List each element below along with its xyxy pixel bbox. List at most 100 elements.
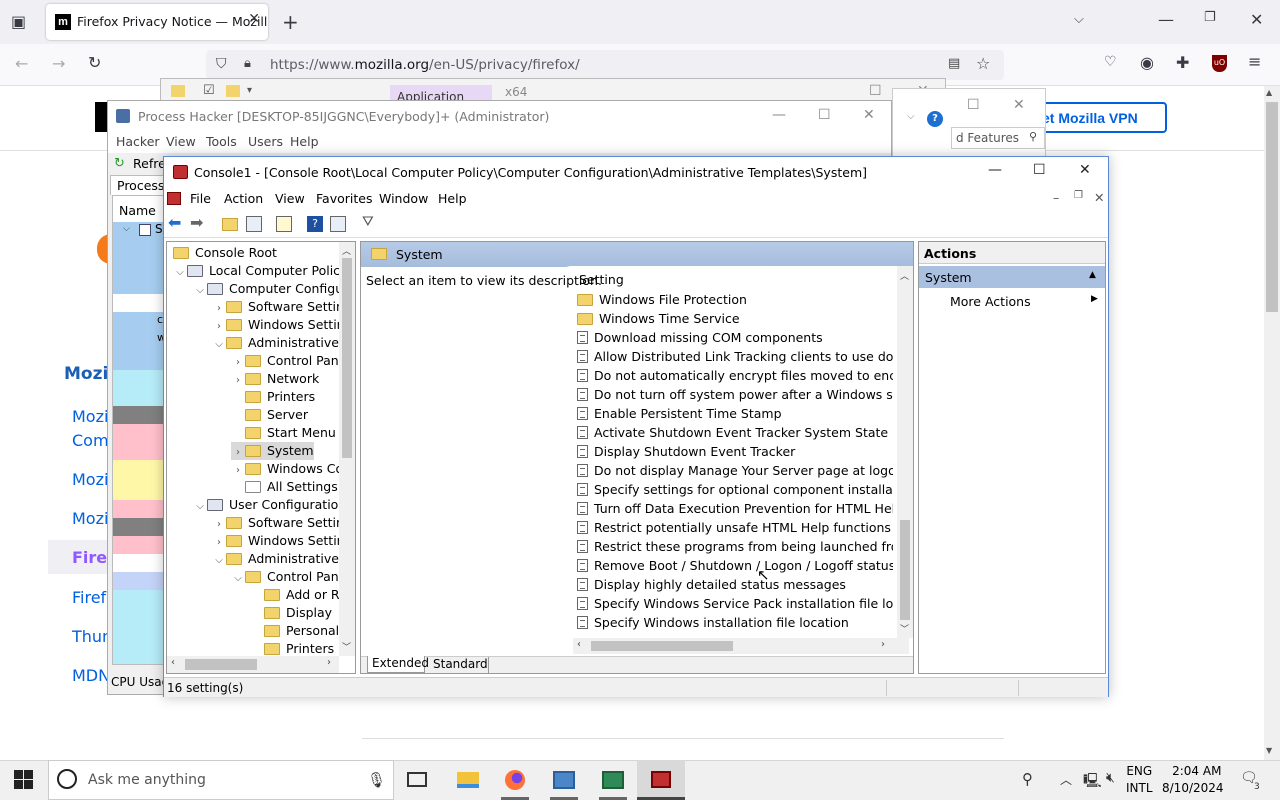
menu-window[interactable]: Window xyxy=(379,191,428,206)
collapse-arrow-icon[interactable]: ⌵ xyxy=(173,264,187,282)
tree-scrollbar-v[interactable]: ︿ ﹀ xyxy=(339,242,355,656)
extensions-icon[interactable]: ✚ xyxy=(1176,53,1189,72)
collapse-icon[interactable]: ▲ xyxy=(1089,270,1096,280)
table-row[interactable] xyxy=(113,590,169,664)
list-item-setting[interactable]: Do not turn off system power after a Win… xyxy=(577,385,893,404)
scroll-down-icon[interactable]: ﹀ xyxy=(342,640,351,653)
quick-access-dropdown-icon[interactable]: ▾ xyxy=(247,85,252,96)
scroll-up-icon[interactable]: ▲ xyxy=(1266,88,1272,97)
scroll-up-icon[interactable]: ︿ xyxy=(900,269,909,282)
list-item-setting[interactable]: Do not automatically encrypt files moved… xyxy=(577,366,893,385)
actions-section-system[interactable]: System ▲ xyxy=(919,266,1105,288)
list-item-setting[interactable]: Display highly detailed status messages xyxy=(577,575,893,594)
tree-node[interactable]: › Software Settings xyxy=(212,514,355,532)
table-row[interactable] xyxy=(113,294,169,312)
explorer-maximize-icon[interactable]: ☐ xyxy=(869,83,882,99)
tree-node[interactable]: › Windows Cor xyxy=(231,460,348,478)
shield-icon[interactable]: ⛉ xyxy=(216,56,227,72)
menu-favorites[interactable]: Favorites xyxy=(316,191,372,206)
lock-icon[interactable]: 🔒︎ xyxy=(244,56,251,71)
scroll-thumb[interactable] xyxy=(900,520,910,620)
taskbar-search-box[interactable]: Ask me anything 🎙︎ xyxy=(48,760,394,800)
list-item-setting[interactable]: Specify Windows installation file locati… xyxy=(577,613,893,632)
scroll-thumb[interactable] xyxy=(185,659,257,670)
minimize-icon[interactable]: — xyxy=(1158,10,1174,29)
tree-node[interactable]: › Network xyxy=(231,370,319,388)
ph-menu-help[interactable]: Help xyxy=(290,134,319,149)
chevron-down-icon[interactable]: ⌵ xyxy=(1074,12,1084,27)
table-row[interactable] xyxy=(113,518,169,536)
tree-node[interactable]: › Software Settings xyxy=(212,298,355,316)
account-icon[interactable]: ◉ xyxy=(1140,53,1154,72)
file-explorer-icon[interactable] xyxy=(443,760,491,800)
network-icon[interactable]: 🖳︎ xyxy=(1083,770,1102,794)
list-item-setting[interactable]: Specify settings for optional component … xyxy=(577,480,893,499)
list-item-setting[interactable]: Download missing COM components xyxy=(577,328,893,347)
table-row[interactable]: ⌵ S xyxy=(113,222,169,294)
tree-node[interactable]: ⌵ Administrative Te xyxy=(212,334,355,354)
tree-node[interactable]: ⌵ User Configuration xyxy=(193,496,346,514)
list-item-setting[interactable]: Restrict potentially unsafe HTML Help fu… xyxy=(577,518,893,537)
tab-standard[interactable]: Standard xyxy=(429,657,489,673)
url-bar[interactable]: ⛉ 🔒︎ https://www.mozilla.org/en-US/priva… xyxy=(206,50,1004,80)
new-tab-icon[interactable]: + xyxy=(282,10,299,34)
table-row[interactable] xyxy=(113,424,169,460)
tree-node[interactable]: › Windows Setting xyxy=(212,316,353,334)
page-link[interactable]: Mozi xyxy=(72,470,108,489)
table-row[interactable] xyxy=(113,370,169,406)
scroll-thumb[interactable] xyxy=(1266,102,1278,312)
table-row[interactable] xyxy=(113,536,169,554)
tree-node[interactable]: › Control Panel xyxy=(231,352,350,370)
list-item-folder[interactable]: Windows File Protection xyxy=(577,290,893,309)
table-row[interactable] xyxy=(113,572,169,590)
close-icon[interactable]: ✕ xyxy=(1079,162,1091,178)
scroll-left-icon[interactable]: ‹ xyxy=(171,657,175,668)
scroll-thumb[interactable] xyxy=(342,258,352,458)
ph-process-list[interactable]: Name ⌵ S cs w xyxy=(112,195,170,665)
scroll-left-icon[interactable]: ‹ xyxy=(577,639,581,650)
tree-node[interactable]: Console Root xyxy=(173,244,277,262)
collapse-arrow-icon[interactable]: ⌵ xyxy=(212,336,226,354)
ph-menu-view[interactable]: View xyxy=(166,134,196,149)
people-icon[interactable]: ⚲ xyxy=(1022,770,1033,788)
tree-node[interactable]: › Windows Setting xyxy=(212,532,353,550)
page-link[interactable]: Mozi xyxy=(72,509,108,528)
scroll-down-icon[interactable]: ▼ xyxy=(1266,746,1272,755)
scroll-down-icon[interactable]: ﹀ xyxy=(900,622,909,635)
menu-file[interactable]: File xyxy=(190,191,211,206)
help-icon[interactable]: ? xyxy=(307,216,323,232)
ph-menu-tools[interactable]: Tools xyxy=(206,134,237,149)
scroll-right-icon[interactable]: › xyxy=(327,657,331,668)
show-action-pane-icon[interactable] xyxy=(330,216,346,232)
show-hidden-icons-icon[interactable]: ︿ xyxy=(1060,771,1072,788)
up-folder-icon[interactable] xyxy=(222,218,238,231)
table-row[interactable] xyxy=(113,406,169,424)
reader-view-icon[interactable]: ▤ xyxy=(948,56,960,71)
ph-maximize-icon[interactable]: ☐ xyxy=(818,107,831,123)
collapse-arrow-icon[interactable]: ⌵ xyxy=(193,498,207,516)
tree-scrollbar-h[interactable]: ‹ › xyxy=(167,656,339,673)
firefox-icon[interactable] xyxy=(491,760,539,800)
tab-extended[interactable]: Extended xyxy=(367,656,429,673)
tree-node[interactable]: Start Menu ar xyxy=(231,424,353,442)
page-link[interactable]: Mozi xyxy=(72,407,108,426)
windows-start-icon[interactable] xyxy=(14,770,34,790)
restore-icon[interactable]: ❐ xyxy=(1204,10,1216,25)
ph-menu-hacker[interactable]: Hacker xyxy=(116,134,160,149)
bookmark-star-icon[interactable]: ☆ xyxy=(976,54,990,73)
forward-icon[interactable]: ➡ xyxy=(190,213,206,232)
maximize-icon[interactable]: ☐ xyxy=(967,97,980,113)
clock[interactable]: 2:04 AM 8/10/2024 xyxy=(1130,763,1224,797)
list-item-setting[interactable]: Display Shutdown Event Tracker xyxy=(577,442,893,461)
ublock-icon[interactable]: uO xyxy=(1212,55,1227,72)
task-manager-icon[interactable] xyxy=(589,760,637,800)
child-close-icon[interactable]: ✕ xyxy=(1094,190,1104,205)
child-minimize-icon[interactable]: – xyxy=(1053,190,1059,205)
list-scrollbar-v[interactable]: ︿ ﹀ xyxy=(897,266,913,638)
chevron-down-icon[interactable]: ⌵ xyxy=(907,111,915,122)
checkbox-icon[interactable]: ☑ xyxy=(203,83,215,98)
list-item-setting[interactable]: Activate Shutdown Event Tracker System S… xyxy=(577,423,893,442)
tree-node[interactable]: ⌵ Administrative Te xyxy=(212,550,355,568)
more-actions-item[interactable]: More Actions ▶ xyxy=(919,290,1105,312)
minimize-icon[interactable]: — xyxy=(988,162,1002,178)
